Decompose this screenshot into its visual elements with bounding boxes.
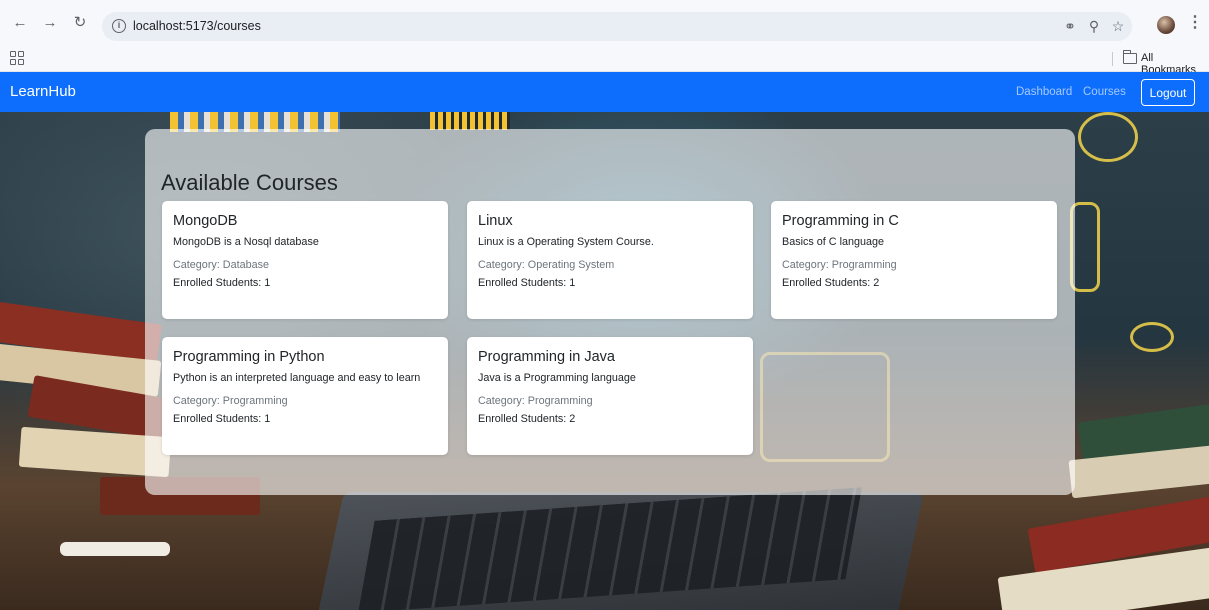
avatar[interactable] <box>1157 16 1175 34</box>
course-enrolled: Enrolled Students: 1 <box>173 413 271 425</box>
course-category: Category: Programming <box>173 395 288 407</box>
course-title: Programming in Python <box>173 349 325 365</box>
course-enrolled: Enrolled Students: 2 <box>478 413 576 425</box>
password-key-icon[interactable]: ⚭ <box>1060 16 1080 36</box>
course-card-python[interactable]: Programming in Python Python is an inter… <box>162 337 448 455</box>
course-category: Category: Database <box>173 259 270 271</box>
star-icon[interactable]: ☆ <box>1108 16 1128 36</box>
course-enrolled: Enrolled Students: 2 <box>782 277 880 289</box>
page-title: Available Courses <box>161 170 338 195</box>
bookmarks-separator <box>1112 52 1113 66</box>
course-card-mongodb[interactable]: MongoDB MongoDB is a Nosql database Cate… <box>162 201 448 319</box>
nav-link-dashboard[interactable]: Dashboard <box>1016 86 1072 98</box>
browser-toolbar: ← → ↻ i localhost:5173/courses ⚭ ⚲ ☆ ⋮ <box>0 0 1209 46</box>
course-description: Linux is a Operating System Course. <box>478 236 654 248</box>
reload-icon[interactable]: ↻ <box>70 13 90 33</box>
course-category: Category: Programming <box>782 259 897 271</box>
nav-link-courses[interactable]: Courses <box>1083 86 1126 98</box>
folder-icon[interactable] <box>1123 50 1137 64</box>
course-card-linux[interactable]: Linux Linux is a Operating System Course… <box>467 201 753 319</box>
course-title: Programming in Java <box>478 349 615 365</box>
forward-arrow-icon[interactable]: → <box>40 13 60 33</box>
zoom-icon[interactable]: ⚲ <box>1084 16 1104 36</box>
course-card-c[interactable]: Programming in C Basics of C language Ca… <box>771 201 1057 319</box>
course-description: Java is a Programming language <box>478 372 636 384</box>
bookmarks-bar: All Bookmarks <box>0 46 1209 76</box>
logout-button[interactable]: Logout <box>1141 79 1195 106</box>
course-card-java[interactable]: Programming in Java Java is a Programmin… <box>467 337 753 455</box>
course-title: MongoDB <box>173 213 238 229</box>
chalk-decoration <box>60 542 170 556</box>
doodle-decoration <box>430 112 510 130</box>
info-icon[interactable]: i <box>112 19 126 33</box>
back-arrow-icon[interactable]: ← <box>10 13 30 33</box>
apps-grid-icon[interactable] <box>10 51 24 65</box>
course-description: Python is an interpreted language and ea… <box>173 372 421 384</box>
course-title: Linux <box>478 213 513 229</box>
menu-dots-icon[interactable]: ⋮ <box>1187 13 1203 33</box>
doodle-decoration <box>1130 322 1174 352</box>
brand-logo[interactable]: LearnHub <box>10 83 76 100</box>
app-navbar: LearnHub Dashboard Courses Logout <box>0 72 1209 112</box>
course-description: MongoDB is a Nosql database <box>173 236 319 248</box>
course-enrolled: Enrolled Students: 1 <box>478 277 576 289</box>
course-category: Category: Operating System <box>478 259 615 271</box>
course-description: Basics of C language <box>782 236 885 248</box>
course-title: Programming in C <box>782 213 899 229</box>
course-category: Category: Programming <box>478 395 593 407</box>
address-bar[interactable]: i localhost:5173/courses ⚭ ⚲ ☆ <box>102 12 1132 41</box>
clock-doodle <box>1078 112 1138 162</box>
course-enrolled: Enrolled Students: 1 <box>173 277 271 289</box>
url-text[interactable]: localhost:5173/courses <box>133 19 261 33</box>
